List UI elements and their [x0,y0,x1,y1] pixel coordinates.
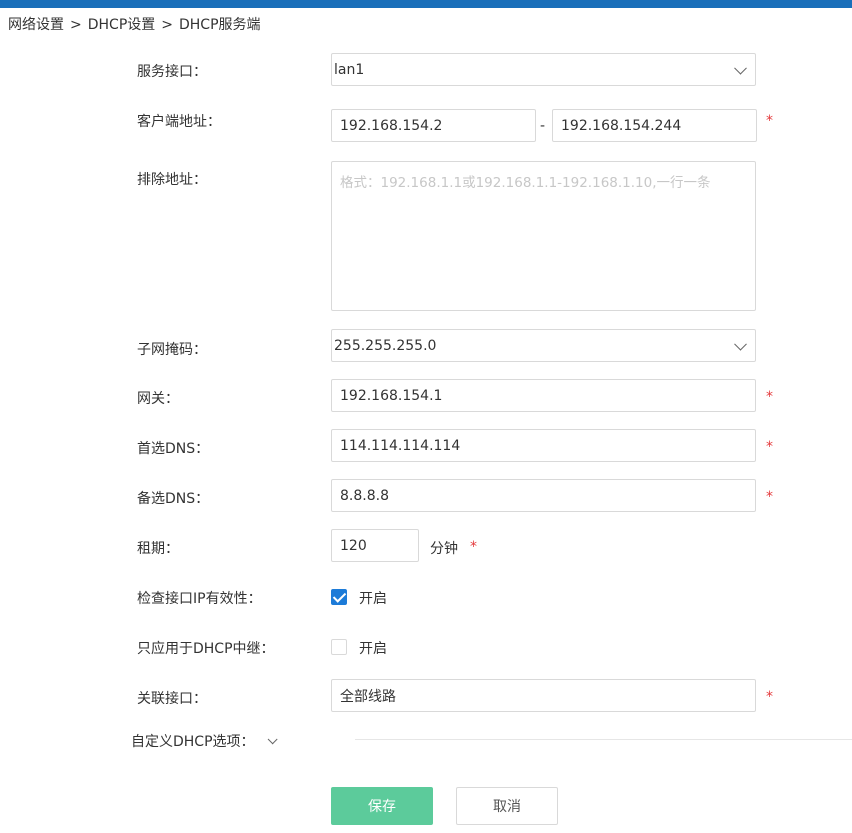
gateway-label: 网关： [137,391,179,407]
relay-only-label: 只应用于DHCP中继： [137,641,275,657]
exclude-textarea[interactable]: 格式：192.168.1.1或192.168.1.1-192.168.1.10,… [331,161,756,311]
range-dash: - [540,118,546,134]
required-mark: * [766,439,773,455]
interface-value: lan1 [334,61,365,78]
interface-select[interactable]: lan1 [331,53,756,86]
exclude-placeholder: 格式：192.168.1.1或192.168.1.1-192.168.1.10,… [340,175,711,191]
required-mark: * [766,489,773,505]
check-ip-option[interactable]: 开启 [359,588,387,608]
advanced-options-label: 自定义DHCP选项： [131,734,255,750]
dns2-value: 8.8.8.8 [340,487,389,504]
client-end-value: 192.168.154.244 [561,117,682,134]
link-iface-input[interactable]: 全部线路 [331,679,756,712]
dns2-input[interactable]: 8.8.8.8 [331,479,756,512]
breadcrumb-separator: > [70,17,82,33]
required-mark: * [470,539,477,555]
chevron-down-icon [734,337,747,351]
chevron-down-icon [267,733,278,744]
dns1-value: 114.114.114.114 [340,437,461,454]
required-mark: * [766,113,773,129]
client-end-input[interactable]: 192.168.154.244 [552,109,757,142]
lease-input[interactable]: 120 [331,529,419,562]
save-button[interactable]: 保存 [331,787,433,825]
subnet-label: 子网掩码： [137,342,207,358]
client-start-input[interactable]: 192.168.154.2 [331,109,536,142]
cancel-button[interactable]: 取消 [456,787,558,825]
client-range-label: 客户端地址： [137,114,221,130]
relay-only-checkbox[interactable] [331,639,347,655]
gateway-value: 192.168.154.1 [340,387,443,404]
lease-unit: 分钟 [430,541,458,557]
chevron-down-icon [734,61,747,75]
gateway-input[interactable]: 192.168.154.1 [331,379,756,412]
breadcrumb: 网络设置 > DHCP设置 > DHCP服务端 [8,14,267,34]
check-ip-checkbox[interactable] [331,589,347,605]
client-start-value: 192.168.154.2 [340,117,443,134]
advanced-options-toggle[interactable]: 自定义DHCP选项： [131,731,278,751]
check-ip-label: 检查接口IP有效性： [137,591,262,607]
divider [355,739,852,740]
subnet-select[interactable]: 255.255.255.0 [331,329,756,362]
breadcrumb-dhcp[interactable]: DHCP设置 [88,17,156,33]
link-iface-value: 全部线路 [340,688,396,705]
link-iface-label: 关联接口： [137,691,207,707]
breadcrumb-network[interactable]: 网络设置 [8,17,64,33]
exclude-label: 排除地址： [137,172,207,188]
interface-label: 服务接口： [137,64,207,80]
required-mark: * [766,689,773,705]
breadcrumb-separator: > [161,17,173,33]
relay-only-option[interactable]: 开启 [359,638,387,658]
dns1-input[interactable]: 114.114.114.114 [331,429,756,462]
required-mark: * [766,389,773,405]
top-bar [0,0,852,8]
lease-value: 120 [340,537,367,554]
dns1-label: 首选DNS： [137,441,210,457]
breadcrumb-current: DHCP服务端 [179,17,261,33]
dns2-label: 备选DNS： [137,491,210,507]
lease-label: 租期： [137,541,179,557]
subnet-value: 255.255.255.0 [334,337,437,354]
